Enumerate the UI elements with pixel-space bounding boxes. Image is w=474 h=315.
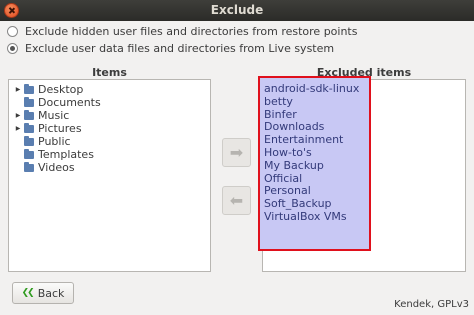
radio-user-data[interactable] (7, 43, 18, 54)
tree-row[interactable]: Documents (9, 96, 101, 109)
tree-row[interactable]: Templates (9, 148, 94, 161)
radio-hidden-files[interactable] (7, 26, 18, 37)
double-chevron-left-icon: ❮❮ (21, 288, 35, 298)
excluded-list-item[interactable]: android-sdk-linux (264, 82, 359, 95)
left-arrow-icon: ⬅ (229, 191, 244, 210)
excluded-list-item[interactable]: Downloads (264, 120, 324, 133)
excluded-list-item[interactable]: betty (264, 95, 293, 108)
folder-icon (24, 122, 34, 133)
excluded-list-item[interactable]: Binfer (264, 108, 297, 121)
option-user-data-label: Exclude user data files and directories … (25, 42, 335, 55)
folder-icon (24, 135, 34, 146)
items-tree[interactable]: ▶ Desktop Documents ▶ Music ▶ Pictures Public Te… (8, 79, 211, 272)
excluded-list-item[interactable]: Personal (264, 184, 311, 197)
tree-row[interactable]: Public (9, 135, 71, 148)
remove-exclude-button[interactable]: ⬅ (222, 186, 251, 215)
tree-row[interactable]: ▶ Pictures (9, 122, 82, 135)
tree-row-label: Music (38, 109, 70, 122)
footer-credit: Kendek, GPLv3 (394, 299, 469, 310)
items-header: Items (92, 66, 127, 79)
add-exclude-button[interactable]: ➡ (222, 138, 251, 167)
tree-row[interactable]: ▶ Music (9, 109, 70, 122)
excluded-list-item[interactable]: My Backup (264, 159, 324, 172)
tree-row-label: Desktop (38, 83, 84, 96)
excluded-list-item[interactable]: Soft_Backup (264, 197, 332, 210)
excluded-list-item[interactable]: Entertainment (264, 133, 343, 146)
window-title: Exclude (210, 3, 264, 17)
option-hidden-files[interactable]: Exclude hidden user files and directorie… (7, 25, 357, 38)
folder-icon (24, 148, 34, 159)
folder-icon (24, 83, 34, 94)
folder-icon (24, 109, 34, 120)
option-hidden-files-label: Exclude hidden user files and directorie… (25, 25, 358, 38)
back-button-label: Back (37, 286, 65, 300)
excluded-list-item[interactable]: VirtualBox VMs (264, 210, 347, 223)
tree-row-label: Videos (38, 161, 75, 174)
folder-icon (24, 96, 34, 107)
tree-row-label: Documents (38, 96, 101, 109)
tree-row-label: Templates (38, 148, 94, 161)
back-button[interactable]: ❮❮ Back (12, 282, 74, 304)
right-arrow-icon: ➡ (229, 143, 244, 162)
tree-row-label: Pictures (38, 122, 82, 135)
title-bar: Exclude (0, 0, 474, 21)
expander-arrow-icon[interactable]: ▶ (13, 112, 23, 119)
excluded-list-item[interactable]: How-to's (264, 146, 312, 159)
excluded-list-item[interactable]: Official (264, 172, 302, 185)
option-user-data[interactable]: Exclude user data files and directories … (7, 42, 334, 55)
expander-arrow-icon[interactable]: ▶ (13, 86, 23, 93)
folder-icon (24, 161, 34, 172)
expander-arrow-icon[interactable]: ▶ (13, 125, 23, 132)
tree-row[interactable]: ▶ Desktop (9, 83, 84, 96)
tree-row[interactable]: Videos (9, 161, 75, 174)
tree-row-label: Public (38, 135, 71, 148)
